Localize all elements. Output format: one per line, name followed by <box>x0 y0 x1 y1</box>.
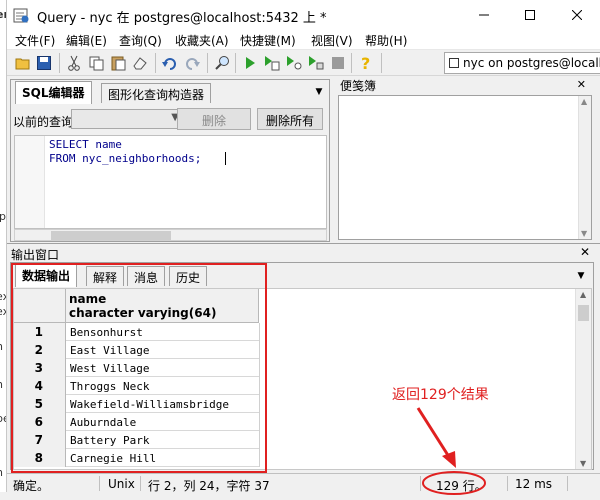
scratch-pad-title: 便笺簿 <box>340 79 377 93</box>
open-folder-icon[interactable] <box>14 54 32 72</box>
editor-gutter <box>15 136 45 228</box>
menu-bar: 文件(F) 编辑(E) 查询(Q) 收藏夹(A) 快捷键(M) 视图(V) 帮助… <box>7 30 600 50</box>
menu-view[interactable]: 视图(V) <box>311 32 353 49</box>
bg-fragment: ex <box>0 290 6 303</box>
output-close-icon[interactable]: ✕ <box>580 245 590 259</box>
cut-icon[interactable] <box>65 54 83 72</box>
delete-button[interactable]: 删除 <box>177 108 251 130</box>
output-window-header: 输出窗口 ✕ <box>7 243 600 262</box>
scratch-pad-scrollbar[interactable]: ▲ ▼ <box>578 96 591 239</box>
maximize-button[interactable] <box>507 0 553 30</box>
scratch-pad-pane: 便笺簿 ✕ ▲ ▼ <box>337 77 594 242</box>
scratch-pad-close-icon[interactable]: ✕ <box>577 78 586 91</box>
grid-vertical-scrollbar[interactable]: ▲ ▼ <box>575 289 591 469</box>
paste-icon[interactable] <box>109 54 127 72</box>
menu-query[interactable]: 查询(Q) <box>119 32 162 49</box>
pgadmin-query-window: ery ipe ex ex n n pe h Query - nyc 在 pos… <box>0 0 600 500</box>
text-caret <box>225 152 226 165</box>
scrollbar-thumb[interactable] <box>578 305 589 321</box>
copy-icon[interactable] <box>87 54 105 72</box>
sql-pane-tabs: SQL编辑器 图形化查询构造器 ▼ <box>11 80 329 104</box>
output-window-title: 输出窗口 <box>11 248 60 262</box>
scroll-up-icon[interactable]: ▲ <box>580 290 586 299</box>
window-title: Query - nyc 在 postgres@localhost:5432 上 … <box>37 11 327 26</box>
menu-edit[interactable]: 编辑(E) <box>66 32 107 49</box>
previous-queries-row: 以前的查询 ▼ 删除 删除所有 <box>11 106 329 134</box>
bg-fragment: ex <box>0 305 6 318</box>
scrollbar-thumb[interactable] <box>51 231 171 240</box>
menu-favorites[interactable]: 收藏夹(A) <box>175 32 229 49</box>
title-bar: Query - nyc 在 postgres@localhost:5432 上 … <box>7 0 600 30</box>
bg-fragment: ery <box>0 8 6 21</box>
redo-icon[interactable] <box>183 54 201 72</box>
sql-text-editor[interactable]: SELECT name FROM nyc_neighborhoods; <box>14 135 327 229</box>
background-window-strip: ery ipe ex ex n n pe h <box>0 0 7 500</box>
annotation-text: 返回129个结果 <box>392 387 489 403</box>
bg-fragment: ipe <box>0 210 6 223</box>
minimize-icon <box>479 14 489 16</box>
stop-icon[interactable] <box>329 54 347 72</box>
bg-fragment: pe <box>0 412 6 425</box>
scroll-down-icon[interactable]: ▼ <box>580 459 586 468</box>
scroll-up-icon[interactable]: ▲ <box>581 97 587 106</box>
status-bar: 确定。 Unix 行 2，列 24，字符 37 129 行。 12 ms <box>7 473 600 493</box>
tab-graphical-query-builder[interactable]: 图形化查询构造器 <box>101 83 212 103</box>
editor-horizontal-scrollbar[interactable] <box>14 229 327 241</box>
close-icon <box>572 10 582 20</box>
bg-fragment: n <box>0 340 3 353</box>
menu-file[interactable]: 文件(F) <box>15 32 55 49</box>
bg-fragment: h <box>0 466 3 479</box>
explain-icon[interactable] <box>285 54 303 72</box>
code-line: SELECT name <box>49 138 122 151</box>
scratch-pad-textarea[interactable]: ▲ ▼ <box>338 95 592 240</box>
bg-fragment: n <box>0 378 3 391</box>
connection-combo[interactable]: nyc on postgres@localhost <box>444 52 600 74</box>
status-elapsed-time: 12 ms <box>515 477 553 491</box>
code-line: FROM nyc_neighborhoods; <box>49 152 202 165</box>
sql-editor-pane: SQL编辑器 图形化查询构造器 ▼ 以前的查询 ▼ 删除 删除所有 SELECT… <box>10 79 330 242</box>
execute-to-file-icon[interactable] <box>263 54 281 72</box>
menu-macros[interactable]: 快捷键(M) <box>240 32 296 49</box>
eraser-icon[interactable] <box>131 54 149 72</box>
explain-analyze-icon[interactable] <box>307 54 325 72</box>
svg-text:?: ? <box>361 55 370 71</box>
pane-menu-arrow-icon[interactable]: ▼ <box>313 87 325 99</box>
close-button[interactable] <box>554 0 600 30</box>
annotation-highlight-box <box>11 263 267 473</box>
undo-icon[interactable] <box>161 54 179 72</box>
window-bottom-edge <box>0 492 600 500</box>
sql-query-app-icon <box>13 8 29 23</box>
output-menu-arrow-icon[interactable]: ▼ <box>575 271 587 283</box>
status-line-ending: Unix <box>108 477 135 491</box>
minimize-button[interactable] <box>461 0 507 30</box>
connection-checkbox-icon <box>449 58 459 68</box>
find-icon[interactable] <box>213 54 231 72</box>
previous-queries-label: 以前的查询 <box>13 115 74 129</box>
scroll-down-icon[interactable]: ▼ <box>581 229 587 238</box>
maximize-icon <box>525 10 535 20</box>
execute-icon[interactable] <box>241 54 259 72</box>
delete-all-button[interactable]: 删除所有 <box>257 108 323 130</box>
toolbar: ? nyc on postgres@localhost <box>7 50 600 76</box>
previous-queries-select[interactable]: ▼ <box>71 109 183 129</box>
help-icon[interactable]: ? <box>357 54 375 72</box>
connection-label: nyc on postgres@localhost <box>463 56 600 70</box>
save-icon[interactable] <box>35 54 53 72</box>
tab-sql-editor[interactable]: SQL编辑器 <box>15 81 92 104</box>
menu-help[interactable]: 帮助(H) <box>365 32 407 49</box>
